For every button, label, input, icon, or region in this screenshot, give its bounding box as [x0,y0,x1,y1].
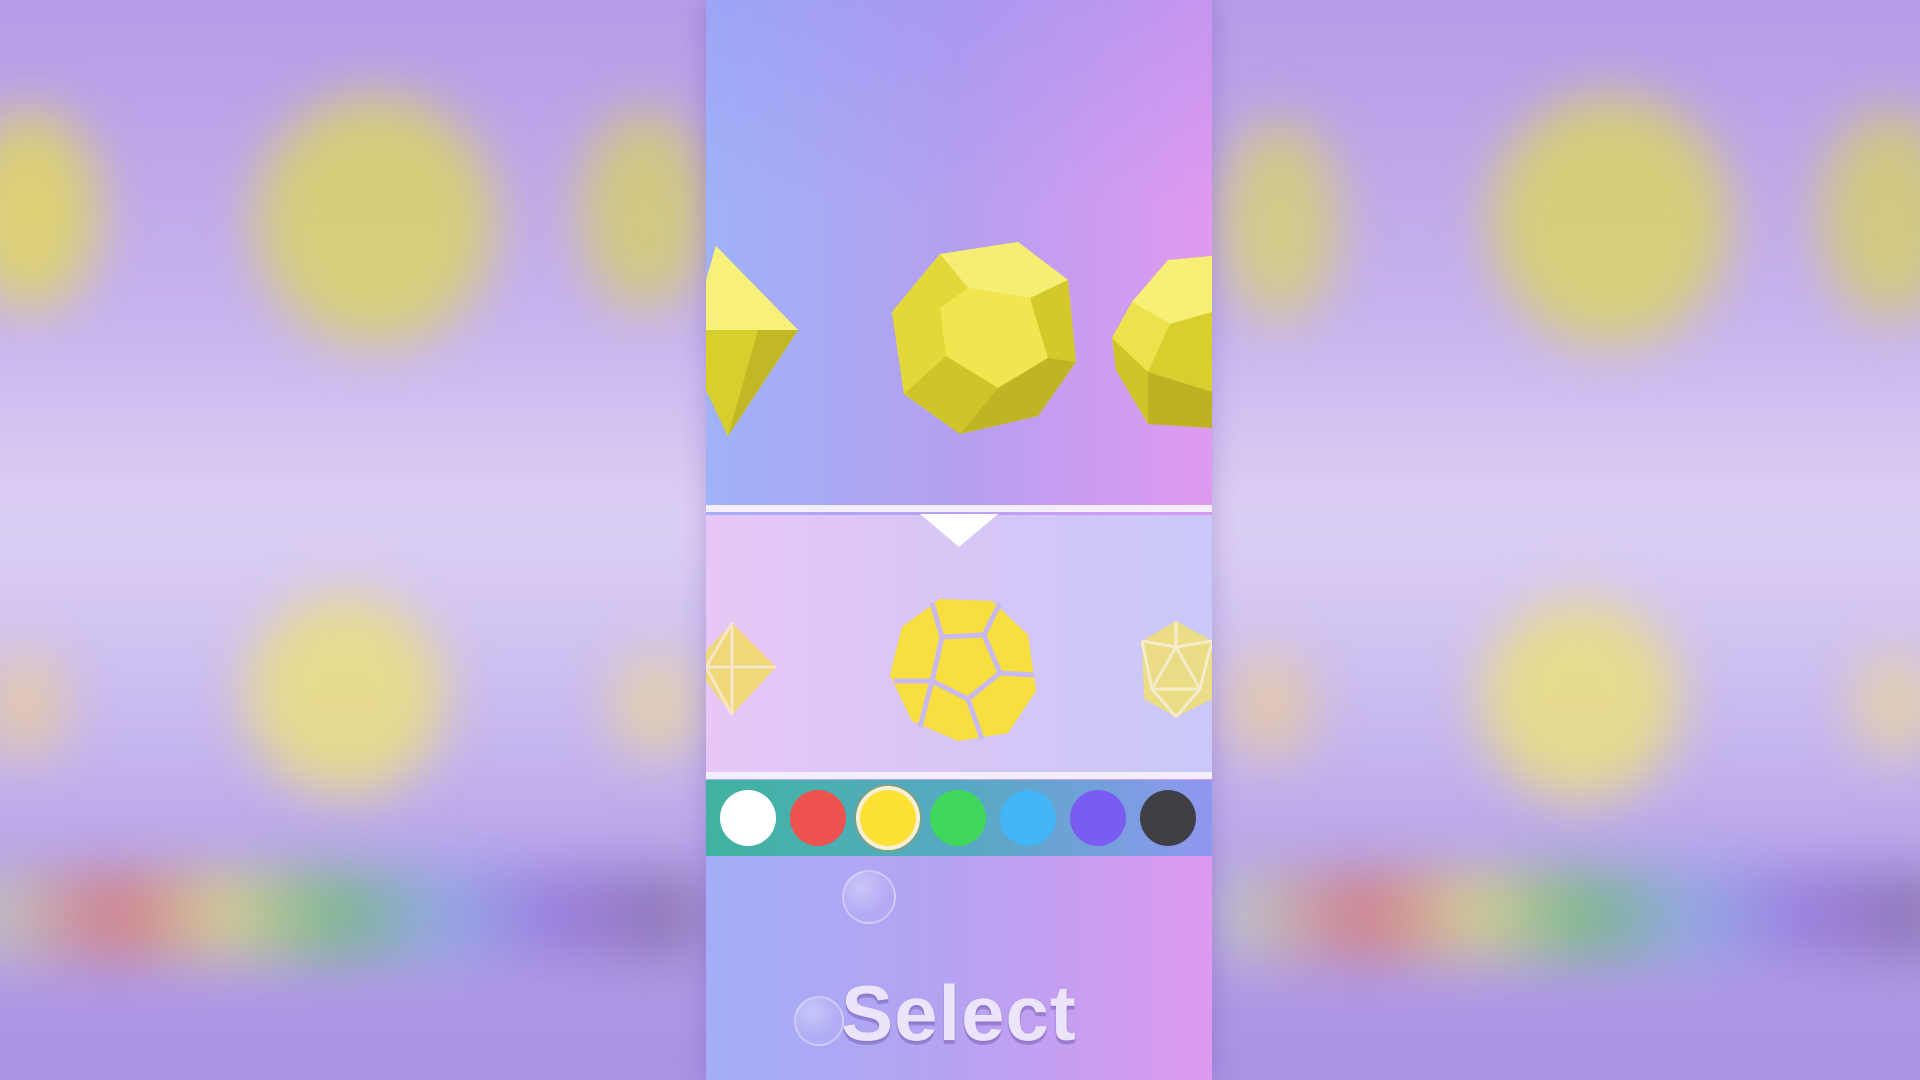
icosahedron-icon[interactable] [1140,619,1212,719]
color-swatch-white[interactable] [720,790,776,846]
blurred-palette-left [0,870,700,960]
blurred-shape-left-right [1220,120,1340,320]
bubble-decoration [842,870,896,924]
game-viewport: Select [706,0,1212,1080]
blurred-shape-center-right [1490,95,1730,345]
game-screen: Select [0,0,1920,1080]
color-swatch-yellow[interactable] [860,790,916,846]
dodecahedron-icon[interactable] [888,595,1038,743]
icosahedron-shape[interactable] [1108,252,1212,432]
blurred-icon-center [245,595,445,795]
blurred-icon-right [610,650,700,760]
octahedron-icon[interactable] [706,621,778,717]
divider-bottom [706,772,1212,779]
color-swatch-red[interactable] [790,790,846,846]
color-palette [706,780,1212,856]
blurred-icon-left-right [1225,650,1315,760]
shape-preview-area[interactable] [706,0,1212,508]
color-swatch-purple[interactable] [1070,790,1126,846]
select-button[interactable]: Select [706,958,1212,1068]
octahedron-shape[interactable] [706,240,814,440]
color-swatch-blue[interactable] [1000,790,1056,846]
color-swatch-dark[interactable] [1140,790,1196,846]
blurred-icon-center-right [1480,600,1680,800]
color-swatch-green[interactable] [930,790,986,846]
shape-selector [706,515,1212,773]
selection-pointer-icon [920,514,998,547]
blurred-shape-center [255,95,495,345]
blurred-shape-right [580,110,710,310]
dodecahedron-shape[interactable] [880,238,1088,438]
blurred-palette-right [1220,870,1920,960]
divider-top [706,505,1212,512]
